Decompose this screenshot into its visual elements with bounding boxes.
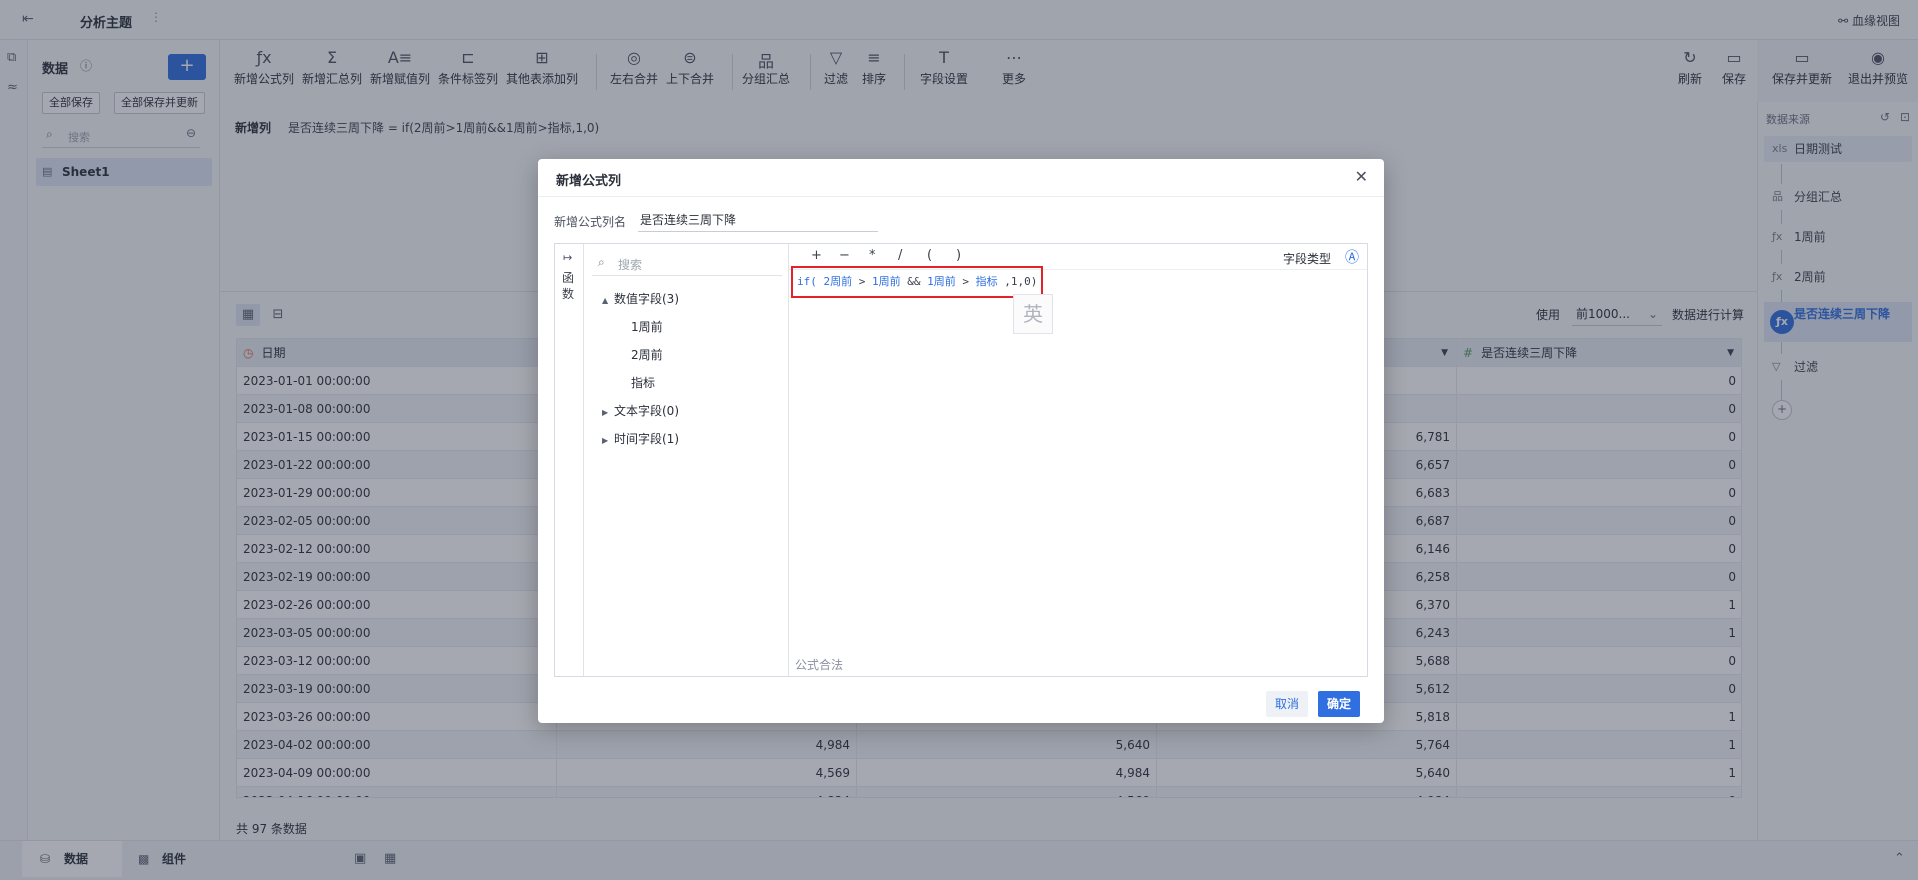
tree-field-1week[interactable]: 1周前 bbox=[631, 318, 663, 335]
column-name-label: 新增公式列名 bbox=[554, 215, 627, 229]
caret-right-icon: ▶ bbox=[602, 408, 609, 417]
expr-operator: && bbox=[907, 275, 921, 288]
expr-operator: > bbox=[962, 275, 969, 288]
column-name-input[interactable]: 是否连续三周下降 bbox=[638, 208, 878, 232]
caret-right-icon: ▶ bbox=[602, 436, 609, 445]
plus-operator-button[interactable]: + bbox=[811, 248, 822, 263]
tree-group-time[interactable]: ▶ 时间字段(1) bbox=[602, 430, 679, 447]
functions-label: 函数 bbox=[562, 271, 575, 301]
field-type-label: 字段类型 bbox=[1282, 252, 1331, 266]
tree-label: 时间字段(1) bbox=[614, 432, 679, 446]
expr-field[interactable]: 1周前 bbox=[872, 275, 901, 288]
expr-field[interactable]: 1周前 bbox=[927, 275, 956, 288]
field-type-icon[interactable]: Ⓐ bbox=[1345, 247, 1359, 267]
close-paren-button[interactable]: ) bbox=[956, 248, 961, 263]
search-icon: ⌕ bbox=[598, 255, 605, 269]
expr-operator: > bbox=[858, 275, 866, 288]
function-tab[interactable]: ↦ 函数 bbox=[555, 244, 584, 676]
divide-operator-button[interactable]: / bbox=[898, 248, 902, 263]
close-icon[interactable]: ✕ bbox=[1355, 167, 1368, 186]
open-paren-button[interactable]: ( bbox=[927, 248, 932, 263]
tree-group-numeric[interactable]: ▲ 数值字段(3) bbox=[602, 290, 679, 307]
multiply-operator-button[interactable]: * bbox=[869, 248, 876, 263]
field-search-input[interactable]: ⌕ 搜索 bbox=[592, 250, 782, 276]
formula-valid-status: 公式合法 bbox=[795, 658, 844, 672]
app-window: ⇤ 分析主题 ⋮ ⚯ 血缘视图 ⧉ ≈ 数据 ⓘ + 全部保存 全部保存并更新 … bbox=[0, 0, 1918, 880]
formula-input-area[interactable]: + − * / ( ) 字段类型 Ⓐ if( 2周前 > 1周前 && 1周前 … bbox=[789, 244, 1367, 676]
tree-field-metric[interactable]: 指标 bbox=[631, 374, 655, 391]
formula-dialog: 新增公式列 ✕ 新增公式列名 是否连续三周下降 ↦ 函数 ⌕ 搜索 ▲ 数值字段(… bbox=[538, 159, 1384, 723]
ime-indicator: 英 bbox=[1013, 294, 1053, 334]
expr-field[interactable]: 指标 bbox=[976, 275, 998, 288]
dialog-header: 新增公式列 ✕ bbox=[538, 159, 1384, 197]
tree-label: 文本字段(0) bbox=[614, 404, 679, 418]
field-list: ⌕ 搜索 ▲ 数值字段(3) 1周前 2周前 指标 ▶ 文本字段(0) ▶ 时间字段(… bbox=[584, 244, 789, 676]
expr-function: if( bbox=[797, 275, 817, 288]
dialog-title: 新增公式列 bbox=[556, 174, 622, 189]
cancel-button[interactable]: 取消 bbox=[1266, 691, 1309, 717]
minus-operator-button[interactable]: − bbox=[839, 248, 850, 263]
expand-icon[interactable]: ↦ bbox=[563, 251, 572, 264]
expr-field[interactable]: 2周前 bbox=[824, 275, 853, 288]
tree-group-text[interactable]: ▶ 文本字段(0) bbox=[602, 402, 679, 419]
tree-label: 数值字段(3) bbox=[614, 292, 679, 306]
formula-expression[interactable]: if( 2周前 > 1周前 && 1周前 > 指标 ,1,0) bbox=[791, 266, 1044, 298]
expr-tail: ,1,0) bbox=[1004, 275, 1038, 288]
confirm-button[interactable]: 确定 bbox=[1318, 691, 1361, 717]
search-placeholder: 搜索 bbox=[618, 258, 643, 272]
tree-field-2week[interactable]: 2周前 bbox=[631, 346, 663, 363]
formula-editor: ↦ 函数 ⌕ 搜索 ▲ 数值字段(3) 1周前 2周前 指标 ▶ 文本字段(0) ▶… bbox=[554, 243, 1368, 677]
caret-down-icon: ▲ bbox=[602, 296, 609, 305]
